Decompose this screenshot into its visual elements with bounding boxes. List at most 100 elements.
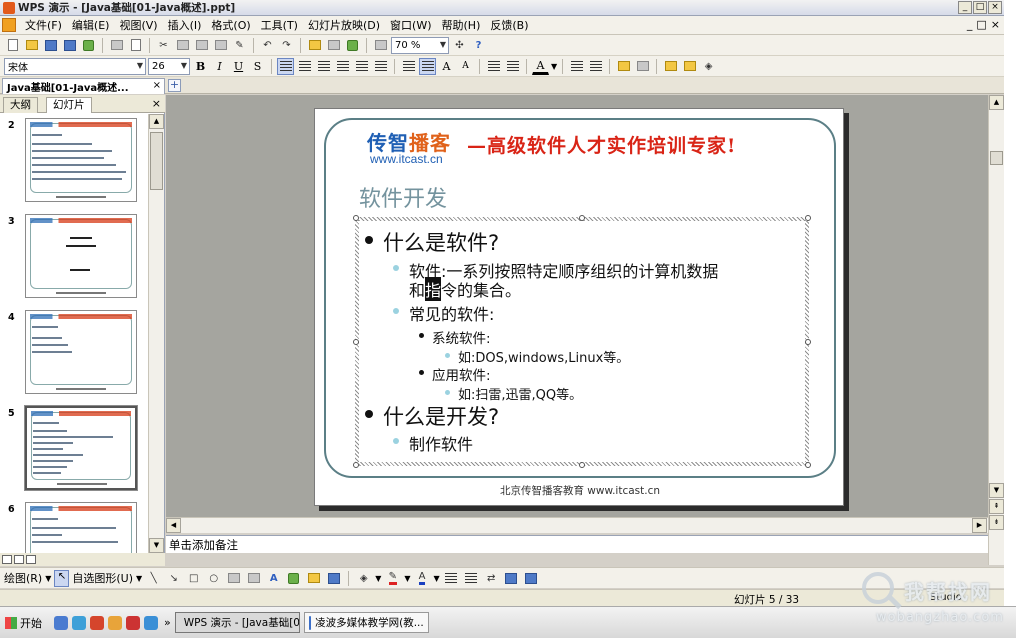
- taskbar-wps-button[interactable]: WPS 演示 - [Java基础[0...: [174, 612, 300, 633]
- textbox-content[interactable]: 什么是软件? 软件:一系列按照特定顺序组织的计算机数据 和指令的集合。 常见的软…: [359, 221, 805, 462]
- menu-window[interactable]: 窗口(W): [385, 16, 436, 34]
- editor-horizontal-scrollbar[interactable]: ◀ ▶: [166, 517, 988, 533]
- fill-color-button[interactable]: ◈: [355, 570, 372, 587]
- shadow-style-button[interactable]: [503, 570, 520, 587]
- close-tab-icon[interactable]: ×: [153, 80, 161, 91]
- line-style-button[interactable]: [443, 570, 460, 587]
- menu-insert[interactable]: 插入(I): [163, 16, 207, 34]
- slide-thumbnail-row[interactable]: 3: [0, 214, 148, 302]
- app-icon[interactable]: [144, 615, 158, 630]
- app-menu-icon[interactable]: [2, 18, 16, 32]
- resize-handle[interactable]: [805, 339, 811, 345]
- slide-sorter-view-button[interactable]: [14, 555, 24, 564]
- menu-slideshow[interactable]: 幻灯片放映(D): [303, 16, 385, 34]
- slide-thumbnail[interactable]: [25, 310, 137, 394]
- rectangle-tool-button[interactable]: □: [185, 570, 202, 587]
- undo-button[interactable]: ↶: [259, 37, 276, 54]
- close-panel-icon[interactable]: ×: [152, 97, 161, 110]
- slide-layout-button[interactable]: [634, 58, 651, 75]
- columns-button[interactable]: [372, 58, 389, 75]
- align-right-button[interactable]: [315, 58, 332, 75]
- resize-handle[interactable]: [579, 215, 585, 221]
- document-tab[interactable]: Java基础[01-Java概述... ×: [2, 78, 165, 94]
- insert-chart-button[interactable]: [306, 37, 323, 54]
- menu-feedback[interactable]: 反馈(B): [485, 16, 533, 34]
- paste-button[interactable]: [193, 37, 210, 54]
- slideshow-view-button[interactable]: [26, 555, 36, 564]
- save-as-button[interactable]: [61, 37, 78, 54]
- print-preview-button[interactable]: [127, 37, 144, 54]
- distribute-button[interactable]: [353, 58, 370, 75]
- select-objects-button[interactable]: ↖: [54, 569, 70, 587]
- ie-icon[interactable]: [72, 615, 86, 630]
- export-button[interactable]: [80, 37, 97, 54]
- clipboard-button[interactable]: [212, 37, 229, 54]
- maximize-button[interactable]: □: [973, 1, 987, 14]
- slide-thumbnail[interactable]: [25, 502, 137, 553]
- slide-design-button[interactable]: [615, 58, 632, 75]
- slides-panel-scrollbar[interactable]: ▲ ▼: [148, 114, 164, 553]
- arrow-style-button[interactable]: ⇄: [483, 570, 500, 587]
- scroll-right-button[interactable]: ▶: [972, 518, 987, 533]
- vertical-textbox-button[interactable]: [245, 570, 262, 587]
- background-button[interactable]: [681, 58, 698, 75]
- align-center-button[interactable]: [296, 58, 313, 75]
- scroll-up-button[interactable]: ▲: [149, 114, 164, 129]
- quick-launch-overflow[interactable]: »: [164, 616, 171, 629]
- animation-button[interactable]: ◈: [700, 58, 717, 75]
- scroll-up-button[interactable]: ▲: [989, 95, 1004, 110]
- doc-minimize-button[interactable]: _: [967, 18, 973, 31]
- draw-menu-button[interactable]: 绘图(R): [4, 570, 42, 586]
- print-button[interactable]: [108, 37, 125, 54]
- notes-pane[interactable]: 单击添加备注: [166, 535, 988, 553]
- next-slide-button[interactable]: ⇟: [989, 515, 1004, 530]
- zoom-combo[interactable]: 70 % ▼: [391, 36, 449, 54]
- scroll-thumb[interactable]: [150, 132, 163, 190]
- ellipse-tool-button[interactable]: ○: [205, 570, 222, 587]
- editor-vertical-scrollbar[interactable]: ▲ ▼ ⇞ ⇟: [988, 95, 1004, 535]
- arrow-tool-button[interactable]: ↘: [165, 570, 182, 587]
- slide-thumbnail-selected[interactable]: [24, 405, 138, 491]
- slide-thumbnail-row[interactable]: 6: [0, 502, 148, 553]
- font-name-combo[interactable]: 宋体 ▼: [4, 57, 146, 75]
- scroll-left-button[interactable]: ◀: [166, 518, 181, 533]
- clipart-button[interactable]: [305, 570, 322, 587]
- slide-thumbnail[interactable]: [25, 214, 137, 298]
- add-tab-button[interactable]: +: [168, 79, 181, 92]
- chevron-down-icon[interactable]: ▼: [551, 62, 557, 71]
- resize-handle[interactable]: [579, 462, 585, 468]
- office-assistant-button[interactable]: ✣: [451, 37, 468, 54]
- insert-hyperlink-button[interactable]: [344, 37, 361, 54]
- minimize-button[interactable]: _: [958, 1, 972, 14]
- slide-thumbnail[interactable]: [25, 118, 137, 202]
- app-icon[interactable]: [108, 615, 122, 630]
- slide-title[interactable]: 软件开发: [359, 181, 447, 213]
- close-button[interactable]: ×: [988, 1, 1002, 14]
- dash-style-button[interactable]: [463, 570, 480, 587]
- font-size-combo[interactable]: 26 ▼: [148, 57, 190, 75]
- shadow-button[interactable]: S: [249, 58, 266, 75]
- app-icon[interactable]: [126, 615, 140, 630]
- scroll-down-button[interactable]: ▼: [989, 483, 1004, 498]
- menu-format[interactable]: 格式(O): [206, 16, 255, 34]
- normal-view-button[interactable]: [2, 555, 12, 564]
- slide-thumbnail-row-selected[interactable]: 5: [0, 405, 148, 494]
- taskbar-teaching-button[interactable]: 凌波多媒体教学网(教...: [303, 612, 429, 633]
- resize-handle[interactable]: [353, 339, 359, 345]
- increase-indent-button[interactable]: [504, 58, 521, 75]
- justify-button[interactable]: [334, 58, 351, 75]
- scroll-thumb[interactable]: [990, 151, 1003, 165]
- cut-button[interactable]: ✂: [155, 37, 172, 54]
- open-button[interactable]: [23, 37, 40, 54]
- picture-button[interactable]: [325, 570, 342, 587]
- copy-button[interactable]: [174, 37, 191, 54]
- menu-view[interactable]: 视图(V): [114, 16, 162, 34]
- autoshapes-menu-button[interactable]: 自选图形(U): [72, 570, 133, 586]
- grow-font-button[interactable]: A: [438, 58, 455, 75]
- menu-help[interactable]: 帮助(H): [437, 16, 486, 34]
- paragraph-spacing-button[interactable]: [587, 58, 604, 75]
- menu-edit[interactable]: 编辑(E): [67, 16, 115, 34]
- doc-close-button[interactable]: ×: [991, 18, 1000, 31]
- diagram-button[interactable]: [285, 570, 302, 587]
- underline-button[interactable]: U: [230, 58, 247, 75]
